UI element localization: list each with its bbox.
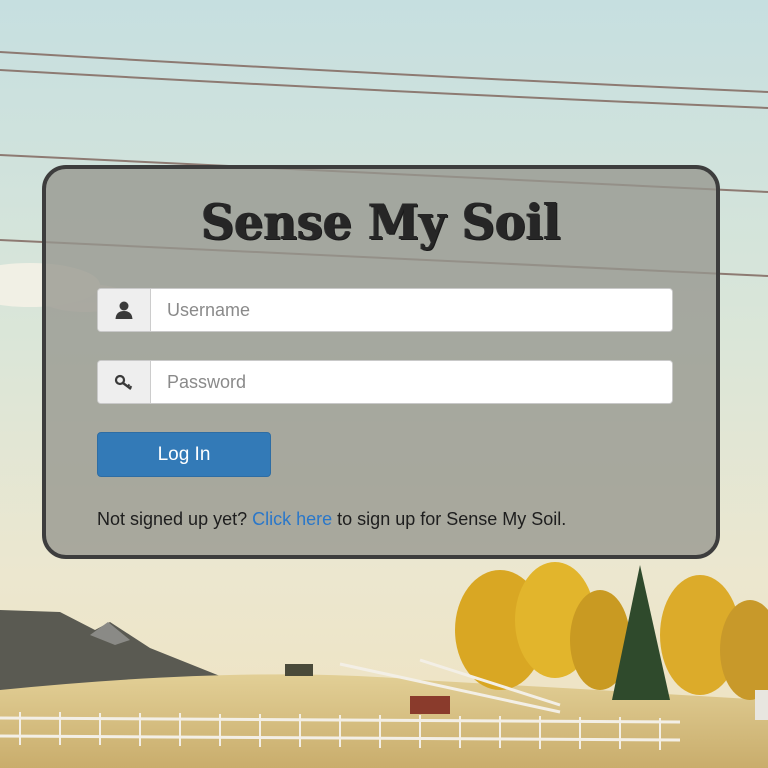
- signup-link[interactable]: Click here: [252, 509, 332, 529]
- app-title: Sense My Soil: [201, 193, 561, 251]
- username-input-group: [97, 288, 673, 332]
- password-input[interactable]: [151, 361, 672, 403]
- signup-prompt: Not signed up yet? Click here to sign up…: [97, 509, 566, 530]
- key-icon: [98, 361, 151, 403]
- login-button[interactable]: Log In: [97, 432, 271, 477]
- username-input[interactable]: [151, 289, 672, 331]
- signup-prefix: Not signed up yet?: [97, 509, 248, 529]
- login-panel: Sense My Soil Log In Not signed up yet? …: [42, 165, 720, 559]
- user-icon: [98, 289, 151, 331]
- password-input-group: [97, 360, 673, 404]
- signup-suffix: to sign up for Sense My Soil.: [337, 509, 567, 529]
